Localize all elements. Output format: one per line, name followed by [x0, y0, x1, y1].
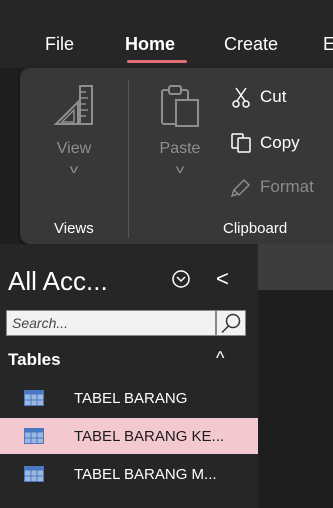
view-button-label: View [56, 140, 92, 157]
chevron-down-icon: v [69, 162, 79, 176]
tab-create[interactable]: Create [224, 34, 278, 55]
table-icon [24, 428, 44, 444]
copy-icon [231, 133, 251, 153]
workspace [258, 290, 333, 508]
paste-button-label: Paste [159, 140, 201, 157]
nav-menu-icon[interactable] [170, 268, 192, 290]
navigation-pane: All Acc... < Tables ^ TABEL BARANG [0, 244, 258, 508]
search-input[interactable] [6, 310, 216, 336]
group-label-views: Views [54, 220, 94, 237]
nav-pane-title[interactable]: All Acc... [8, 266, 108, 297]
tab-file[interactable]: File [45, 34, 74, 55]
format-painter-icon [230, 178, 251, 198]
ribbon-tab-bar: File Home Create E [0, 0, 333, 68]
format-painter-label: Format [260, 177, 314, 196]
nav-item-table[interactable]: TABEL BARANG M... [0, 456, 258, 492]
chevron-down-icon: v [175, 162, 185, 176]
nav-item-label: TABEL BARANG [74, 389, 188, 407]
nav-item-table-selected[interactable]: TABEL BARANG KE... [0, 418, 258, 454]
collapse-pane-icon[interactable]: < [216, 266, 229, 292]
search-icon [221, 313, 241, 334]
search-button[interactable] [216, 310, 246, 336]
view-icon [53, 85, 93, 125]
nav-item-label: TABEL BARANG KE... [74, 427, 225, 445]
ribbon-panel: View v Paste v Cut Copy Format Views Cli… [20, 68, 333, 244]
document-tab-strip [258, 244, 333, 290]
access-window: File Home Create E View v Paste v Cut Co… [0, 0, 333, 508]
scissors-icon [232, 87, 250, 108]
nav-item-table[interactable]: TABEL BARANG [0, 380, 258, 416]
chevron-up-icon[interactable]: ^ [216, 348, 224, 369]
paste-button[interactable]: Paste v [150, 82, 210, 176]
copy-button[interactable]: Copy [230, 132, 300, 154]
group-separator [128, 80, 129, 238]
section-header-tables[interactable]: Tables [8, 350, 61, 370]
group-label-clipboard: Clipboard [223, 220, 288, 237]
copy-label: Copy [260, 133, 300, 152]
tab-home[interactable]: Home [125, 34, 175, 55]
table-icon [24, 390, 44, 406]
cut-label: Cut [260, 87, 287, 106]
nav-item-label: TABEL BARANG M... [74, 465, 217, 483]
paste-icon [161, 85, 199, 127]
active-tab-indicator [127, 60, 187, 63]
table-icon [24, 466, 44, 482]
cut-button[interactable]: Cut [230, 86, 286, 108]
tab-external-data[interactable]: E [323, 34, 333, 55]
format-painter-button[interactable]: Format [230, 176, 314, 198]
view-button[interactable]: View v [44, 82, 104, 176]
